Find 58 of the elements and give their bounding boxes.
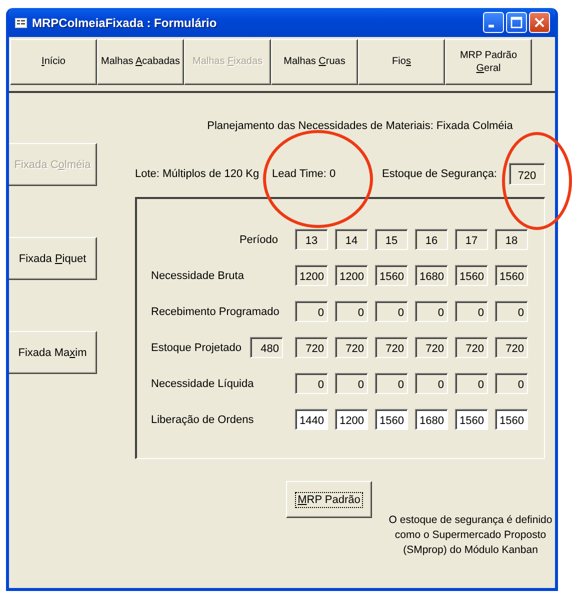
value-field[interactable]: 720 bbox=[415, 337, 448, 358]
nav-button[interactable]: Malhas Acabadas bbox=[97, 39, 184, 85]
mrp-padrao-button[interactable]: MRP Padrão bbox=[286, 481, 372, 518]
period-field[interactable]: 14 bbox=[335, 229, 368, 250]
side-button[interactable]: Fixada Maxim bbox=[9, 331, 97, 374]
value-field[interactable]: 0 bbox=[495, 301, 528, 322]
nav-button[interactable]: Malhas Cruas bbox=[271, 39, 358, 85]
value-field[interactable]: 1560 bbox=[375, 409, 408, 430]
value-field[interactable]: 0 bbox=[455, 301, 488, 322]
value-field[interactable]: 0 bbox=[375, 301, 408, 322]
value-field[interactable]: 720 bbox=[495, 337, 528, 358]
period-field[interactable]: 15 bbox=[375, 229, 408, 250]
period-field[interactable]: 16 bbox=[415, 229, 448, 250]
row-label: Estoque Projetado bbox=[151, 342, 243, 354]
nav-button[interactable]: Fios bbox=[358, 39, 445, 85]
value-field[interactable]: 720 bbox=[375, 337, 408, 358]
value-field[interactable]: 0 bbox=[495, 373, 528, 394]
period-field[interactable]: 17 bbox=[455, 229, 488, 250]
form-heading: Planejamento das Necessidades de Materiais: Fixada Colméia bbox=[206, 119, 514, 132]
nav-button[interactable]: MRP Padrão Geral bbox=[445, 39, 532, 85]
nav-button[interactable]: Início bbox=[10, 39, 97, 85]
note-text: O estoque de segurança é definido como o Supermercado Proposto (SMprop) do Módulo Kanban bbox=[388, 513, 554, 558]
value-field[interactable]: 1560 bbox=[375, 265, 408, 286]
side-button[interactable]: Fixada Piquet bbox=[9, 237, 97, 280]
value-field[interactable]: 720 bbox=[335, 337, 368, 358]
value-field[interactable]: 0 bbox=[335, 373, 368, 394]
value-field[interactable]: 1200 bbox=[335, 265, 368, 286]
row-label: Necessidade Bruta bbox=[151, 270, 245, 282]
value-field[interactable]: 720 bbox=[455, 337, 488, 358]
value-field[interactable]: 0 bbox=[335, 301, 368, 322]
value-field[interactable]: 1560 bbox=[455, 265, 488, 286]
period-field[interactable]: 13 bbox=[295, 229, 328, 250]
value-field[interactable]: 0 bbox=[415, 373, 448, 394]
value-field[interactable]: 1440 bbox=[295, 409, 328, 430]
value-field[interactable]: 0 bbox=[295, 301, 328, 322]
value-field[interactable]: 1680 bbox=[415, 265, 448, 286]
period-field[interactable]: 18 bbox=[495, 229, 528, 250]
value-field[interactable]: 1560 bbox=[495, 409, 528, 430]
value-field[interactable]: 0 bbox=[415, 301, 448, 322]
lot-label: Lote: Múltiplos de 120 Kg bbox=[135, 168, 260, 180]
safety-stock-field[interactable]: 720 bbox=[509, 163, 545, 185]
value-field[interactable]: 0 bbox=[295, 373, 328, 394]
value-field[interactable]: 1560 bbox=[495, 265, 528, 286]
window-title: MRPColmeiaFixada : Formulário bbox=[32, 16, 218, 30]
value-field[interactable]: 720 bbox=[295, 337, 328, 358]
initial-stock-field[interactable]: 480 bbox=[250, 337, 283, 358]
value-field[interactable]: 1200 bbox=[295, 265, 328, 286]
value-field[interactable]: 0 bbox=[375, 373, 408, 394]
safety-stock-label: Estoque de Segurança: bbox=[382, 168, 497, 180]
row-label: Necessidade Líquida bbox=[151, 378, 255, 390]
row-label: Recebimento Programado bbox=[151, 306, 280, 318]
value-field[interactable]: 0 bbox=[455, 373, 488, 394]
row-label: Liberação de Ordens bbox=[151, 414, 255, 426]
value-field[interactable]: 1560 bbox=[455, 409, 488, 430]
value-field[interactable]: 1680 bbox=[415, 409, 448, 430]
lead-time-label: Lead Time: 0 bbox=[272, 168, 337, 180]
value-field[interactable]: 1200 bbox=[335, 409, 368, 430]
period-label: Período bbox=[239, 234, 278, 246]
